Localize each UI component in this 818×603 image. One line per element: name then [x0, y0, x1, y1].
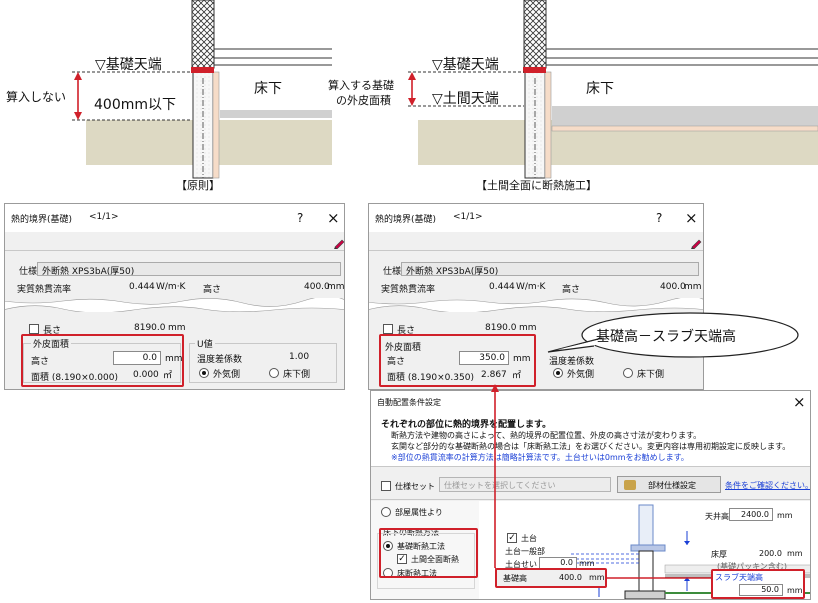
length-checkbox[interactable]: [383, 324, 393, 334]
height-label: 高さ: [562, 285, 581, 295]
thermal-boundary-dialog-left: 熱的境界(基礎) <1/1> ? × 仕様 外断熱 XPS3bA(厚50) 実質…: [4, 203, 345, 390]
parts-spec-button[interactable]: 部材仕様設定: [617, 476, 721, 493]
length-checkbox[interactable]: [29, 324, 39, 334]
radio-outside-label: 外気側: [567, 370, 595, 380]
diagram-left-caption: 【原則】: [176, 179, 220, 192]
highlight-method: [379, 528, 478, 578]
diagram-right-drawing: [408, 0, 818, 179]
flow-value: 0.444: [489, 282, 515, 292]
ceiling-input[interactable]: 2400.0: [729, 508, 773, 521]
description-line-1: 断熱方法や建物の高さによって、熱的境界の配置位置、外皮の高さ寸法が変わります。: [391, 431, 702, 440]
flow-label: 実質熱貫流率: [17, 285, 72, 295]
floor-thick-unit: mm: [787, 549, 803, 558]
dialog-title-bar: 熱的境界(基礎) <1/1> ? ×: [5, 204, 344, 232]
close-button[interactable]: ×: [793, 393, 806, 411]
ceiling-unit: mm: [777, 511, 793, 520]
flow-unit: W/m·K: [156, 282, 186, 292]
description-note: ※部位の熱貫流率の計算方法は簡略計算法です。土台せいは0mmをお勧めします。: [391, 453, 689, 462]
parts-spec-button-label: 部材仕様設定: [648, 481, 696, 490]
flow-value: 0.444: [129, 282, 155, 292]
sill-checkbox[interactable]: ✓: [507, 533, 517, 543]
temp-value: 1.00: [289, 352, 310, 362]
ceiling-label: 天井高: [705, 512, 729, 521]
flow-unit: W/m·K: [516, 282, 546, 292]
diagram-right-slab-label: ▽土間天端: [432, 91, 499, 107]
radio-underfloor-label: 床下側: [637, 370, 665, 380]
spec-field[interactable]: 外断熱 XPS3bA(厚50): [37, 262, 341, 277]
highlight-skin-area: [379, 334, 536, 387]
diagram-left-height-label: 400mm以下: [94, 97, 176, 113]
diagram-right-side-label-1: 算入する基礎: [328, 79, 394, 92]
length-value: 8190.0: [485, 323, 517, 333]
radio-outside-label: 外気側: [213, 370, 241, 380]
description-line-2: 玄関など部分的な基礎断熱の場合は「床断熱工法」をお選びください。変更内容は専用初…: [391, 442, 791, 451]
torn-edge: [5, 298, 344, 312]
flow-label: 実質熱貫流率: [381, 285, 436, 295]
radio-outside[interactable]: [199, 368, 209, 378]
diagram-right-top-label: ▽基礎天端: [432, 57, 499, 73]
description-heading: それぞれの部位に熱的境界を配置します。: [381, 420, 552, 430]
sill-label: 土台: [521, 534, 537, 543]
floor-thick-label: 床厚: [711, 550, 727, 559]
confirm-link[interactable]: 条件をご確認ください。: [725, 480, 810, 491]
dialog-title: 自動配置条件設定: [377, 398, 441, 407]
dialog-title-bar: 自動配置条件設定 ×: [371, 391, 810, 413]
height-label: 高さ: [203, 285, 222, 295]
radio-room-attr[interactable]: [381, 507, 391, 517]
diagram-left-top-label: ▽基礎天端: [95, 57, 162, 73]
auto-placement-dialog: 自動配置条件設定 × それぞれの部位に熱的境界を配置します。 断熱方法や建物の高…: [370, 390, 811, 600]
temp-label: 温度差係数: [197, 355, 243, 365]
spec-label: 仕様: [383, 267, 402, 277]
height-unit: mm: [327, 282, 345, 292]
dialog-page: <1/1>: [89, 212, 119, 222]
diagram-right-side-label-2: の外皮面積: [336, 94, 391, 107]
dialog-page: <1/1>: [453, 212, 483, 222]
close-button[interactable]: ×: [685, 209, 698, 227]
radio-underfloor[interactable]: [623, 368, 633, 378]
callout-text: 基礎高－スラブ天端高: [596, 329, 736, 345]
length-unit: mm: [519, 323, 537, 333]
length-value: 8190.0: [134, 323, 166, 333]
dialog-title-bar: 熱的境界(基礎) <1/1> ? ×: [369, 204, 703, 232]
length-unit: mm: [168, 323, 186, 333]
spec-set-placeholder: 仕様セットを選択してください: [444, 481, 556, 490]
radio-underfloor[interactable]: [269, 368, 279, 378]
spec-set-checkbox[interactable]: [381, 481, 391, 491]
height-value: 400.0: [660, 282, 686, 292]
help-button[interactable]: ?: [297, 211, 303, 225]
diagram-right-under-label: 床下: [586, 81, 614, 97]
room-attr-label: 部屋属性より: [395, 508, 443, 517]
spec-set-label: 仕様セット: [395, 482, 435, 491]
description-panel: それぞれの部位に熱的境界を配置します。 断熱方法や建物の高さによって、熱的境界の…: [371, 413, 810, 467]
diagram-left: ▽基礎天端 算入しない 400mm以下 床下 【原則】: [0, 0, 340, 195]
diagram-left-under-label: 床下: [254, 81, 282, 97]
radio-outside[interactable]: [553, 368, 563, 378]
spec-label: 仕様: [19, 267, 38, 277]
edit-pen-icon[interactable]: [690, 234, 702, 250]
help-button[interactable]: ?: [656, 211, 662, 225]
spec-value: 外断熱 XPS3bA(厚50): [42, 267, 135, 277]
spec-set-select[interactable]: 仕様セットを選択してください: [439, 477, 611, 492]
highlight-skin-area: [21, 334, 184, 387]
diagram-left-side-label: 算入しない: [6, 90, 67, 104]
parts-icon: [624, 480, 636, 490]
highlight-slab: [711, 569, 805, 599]
sill-height-unit: mm: [579, 559, 595, 568]
spec-row: 仕様 外断熱 XPS3bA(厚50): [19, 262, 343, 277]
spec-field[interactable]: 外断熱 XPS3bA(厚50): [401, 262, 699, 277]
close-button[interactable]: ×: [327, 209, 340, 227]
dialog-title: 熱的境界(基礎): [11, 215, 73, 225]
highlight-found-height: [495, 568, 607, 588]
diagram-right: ▽基礎天端 算入する基礎 の外皮面積 ▽土間天端 床下 【土間全面に断熱施工】: [320, 0, 818, 195]
diagram-right-caption: 【土間全面に断熱施工】: [476, 179, 597, 192]
u-value-group-title: U値: [195, 337, 215, 350]
floor-thick-value: 200.0: [759, 549, 782, 558]
spec-value: 外断熱 XPS3bA(厚50): [406, 267, 499, 277]
height-unit: mm: [684, 282, 702, 292]
dialog-title: 熱的境界(基礎): [375, 215, 437, 225]
sill-general-label: 土台一般部: [505, 547, 545, 556]
radio-underfloor-label: 床下側: [283, 370, 311, 380]
height-value: 400.0: [304, 282, 330, 292]
edit-pen-icon[interactable]: [333, 234, 344, 250]
